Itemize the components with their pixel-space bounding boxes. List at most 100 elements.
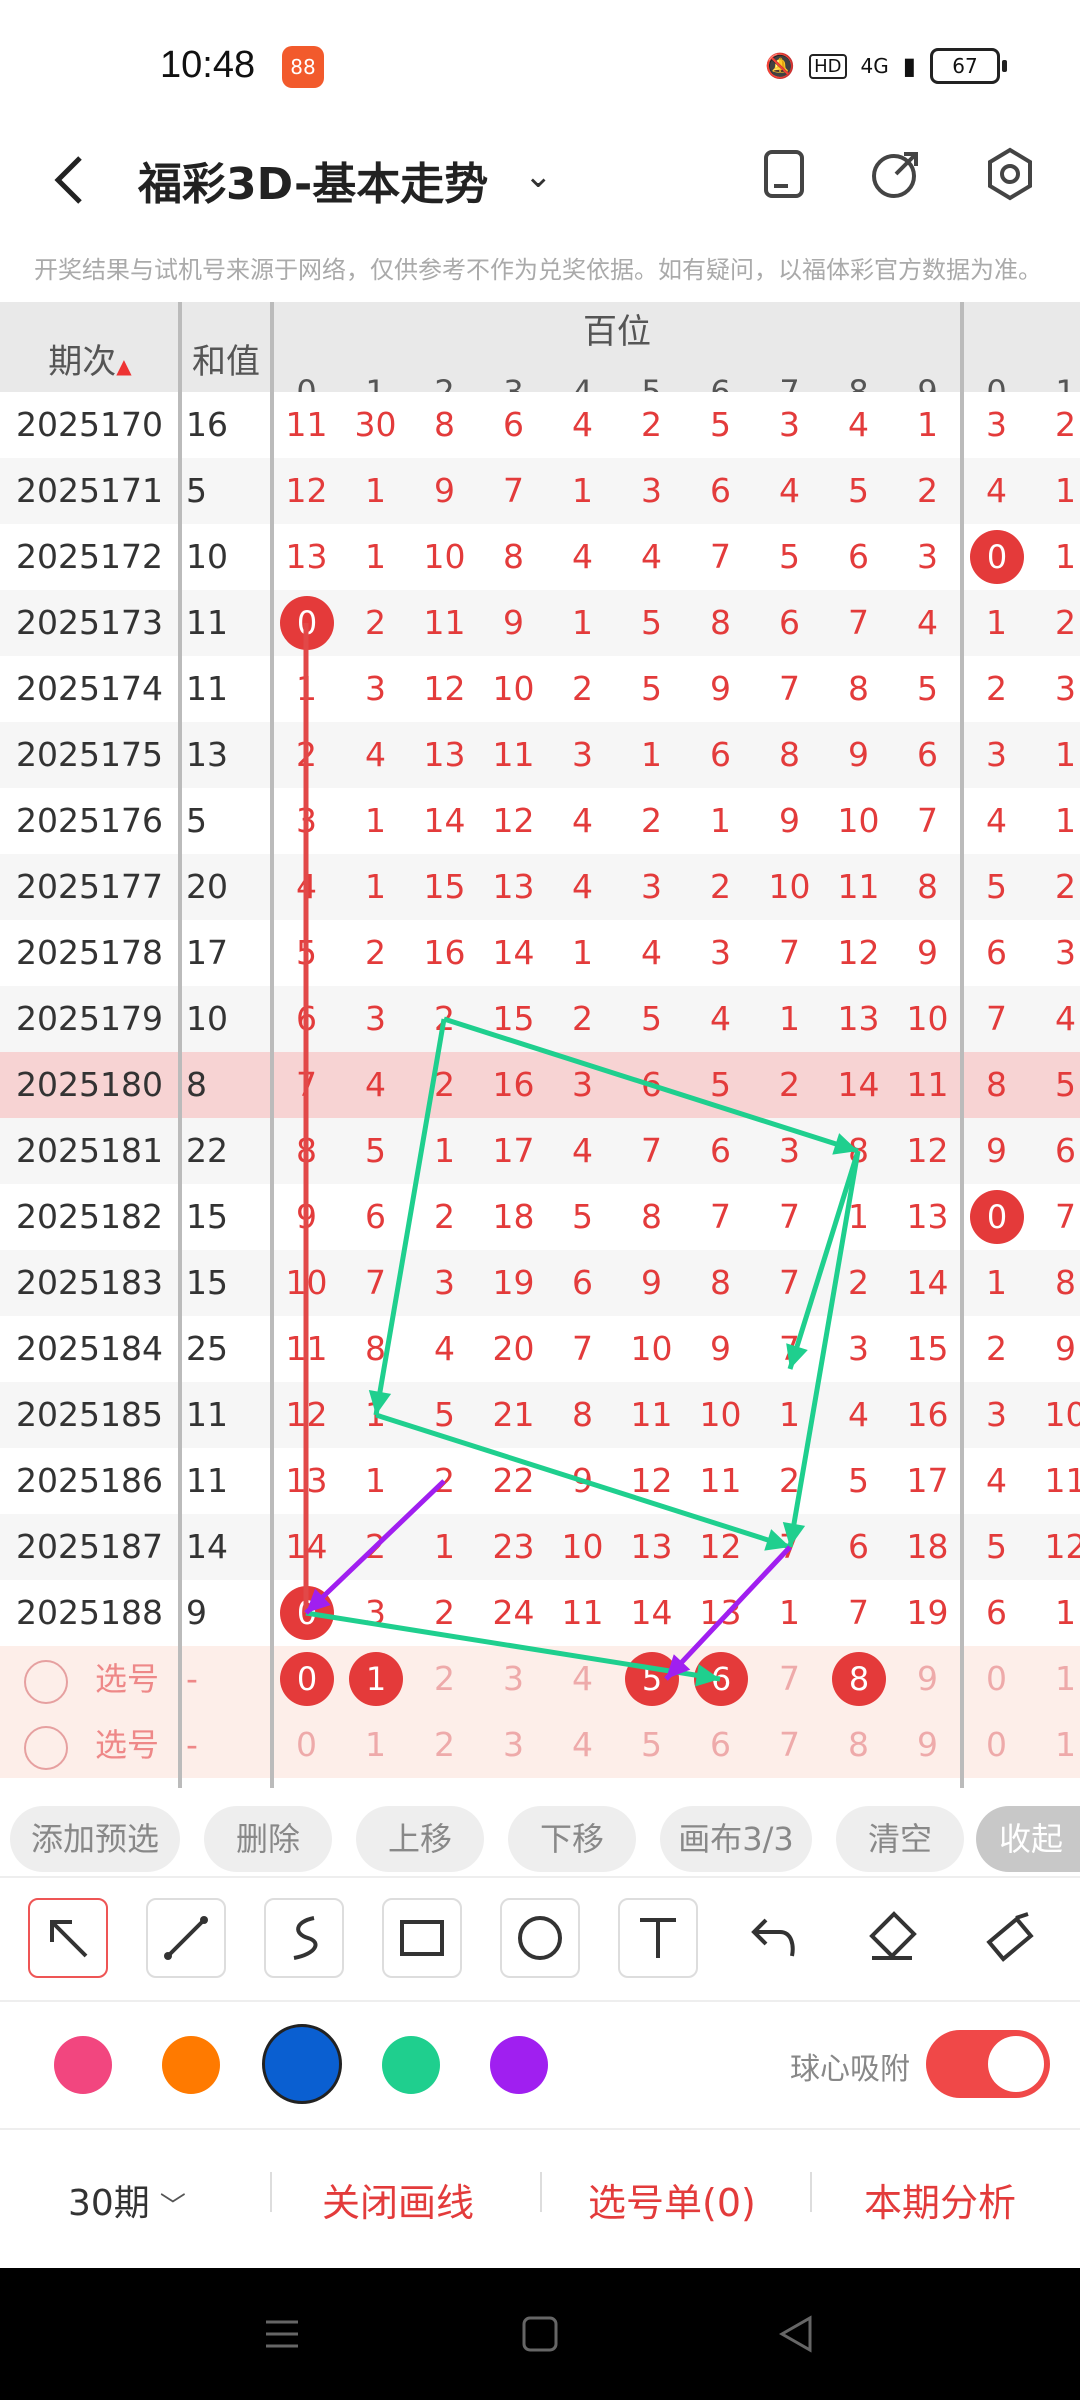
color-green-swatch[interactable]	[382, 2036, 440, 2094]
line-tool-icon[interactable]	[146, 1898, 226, 1978]
back-icon[interactable]	[50, 150, 90, 220]
omission-cell: 12	[630, 1461, 673, 1500]
select-digit[interactable]: 0	[962, 1646, 1031, 1712]
select-digit[interactable]: 2	[410, 1646, 479, 1712]
omission-cell: 11	[699, 1461, 742, 1500]
eraser-icon[interactable]	[854, 1898, 934, 1978]
select-digit[interactable]: 0	[272, 1712, 341, 1778]
phone-layout-icon[interactable]	[758, 146, 814, 202]
select-digit[interactable]: 0	[962, 1712, 1031, 1778]
trend-grid[interactable]: 期次▲ 和值 百位 012345678901 20251701611308642…	[0, 302, 1080, 1788]
snap-toggle[interactable]	[926, 2030, 1050, 2098]
table-row[interactable]: 2025188 9 0 3 2 24 11 14 13 1 7 19 6 1	[0, 1580, 1080, 1646]
omission-cell: 11	[285, 1329, 328, 1368]
select-digit[interactable]: 6	[686, 1712, 755, 1778]
select-digit[interactable]: 1	[341, 1646, 410, 1712]
omission-cell: 5	[641, 669, 662, 708]
table-row[interactable]: 2025174 11 1 3 12 10 2 5 9 7 8 5 2 3	[0, 656, 1080, 722]
table-row[interactable]: 2025170 16 11 30 8 6 4 2 5 3 4 1 3 2	[0, 392, 1080, 458]
omission-cell: 5	[917, 669, 938, 708]
omission-cell: 2	[434, 1593, 455, 1632]
select-digit[interactable]: 9	[893, 1712, 962, 1778]
select-radio[interactable]	[24, 1726, 68, 1770]
table-row[interactable]: 2025178 17 5 2 16 14 1 4 3 7 12 9 6 3	[0, 920, 1080, 986]
omission-cell: 18	[906, 1527, 949, 1566]
circle-tool-icon[interactable]	[500, 1898, 580, 1978]
omission-cell: 2	[365, 933, 386, 972]
omission-cell: 6	[986, 933, 1007, 972]
delete-button[interactable]: 删除	[204, 1806, 332, 1872]
select-row[interactable]: 选号 -0 1 2 3 4 5 6 7 8 9 0 1	[0, 1646, 1080, 1712]
undo-icon[interactable]	[736, 1898, 816, 1978]
color-blue-swatch[interactable]	[262, 2024, 342, 2104]
select-digit[interactable]: 7	[755, 1646, 824, 1712]
select-digit[interactable]: 9	[893, 1646, 962, 1712]
select-radio[interactable]	[24, 1660, 68, 1704]
table-row[interactable]: 2025183 15 10 7 3 19 6 9 8 7 2 14 1 8	[0, 1250, 1080, 1316]
table-row[interactable]: 2025171 5 12 1 9 7 1 3 6 4 5 2 4 1	[0, 458, 1080, 524]
omission-cell: 3	[296, 801, 317, 840]
table-row[interactable]: 2025176 5 3 1 14 12 4 2 1 9 10 7 4 1	[0, 788, 1080, 854]
move-down-button[interactable]: 下移	[508, 1806, 636, 1872]
select-digit[interactable]: 8	[824, 1712, 893, 1778]
table-row[interactable]: 2025177 20 4 1 15 13 4 3 2 10 11 8 5 2	[0, 854, 1080, 920]
table-row[interactable]: 2025187 14 14 2 1 23 10 13 12 7 6 18 5 12	[0, 1514, 1080, 1580]
table-row[interactable]: 2025175 13 2 4 13 11 3 1 6 8 9 6 3 1	[0, 722, 1080, 788]
color-orange-swatch[interactable]	[162, 2036, 220, 2094]
close-draw-button[interactable]: 关闭画线	[322, 2172, 474, 2227]
color-pink-swatch[interactable]	[54, 2036, 112, 2094]
omission-cell: 11	[837, 867, 880, 906]
omission-cell: 8	[710, 1263, 731, 1302]
analysis-button[interactable]: 本期分析	[864, 2172, 1016, 2227]
back-nav-icon[interactable]	[776, 2314, 816, 2358]
share-icon[interactable]	[868, 146, 924, 202]
page-title[interactable]: 福彩3D-基本走势	[138, 148, 488, 212]
canvas-page-button[interactable]: 画布3/3	[660, 1806, 812, 1872]
pick-list-button[interactable]: 选号单(0)	[588, 2172, 756, 2227]
table-row[interactable]: 2025173 11 0 2 11 9 1 5 8 6 7 4 1 2	[0, 590, 1080, 656]
select-arrow-tool-icon[interactable]	[28, 1898, 108, 1978]
table-row[interactable]: 2025172 10 13 1 10 8 4 4 7 5 6 3 0 1	[0, 524, 1080, 590]
text-tool-icon[interactable]	[618, 1898, 698, 1978]
table-row[interactable]: 2025181 22 8 5 1 17 4 7 6 3 8 12 9 6	[0, 1118, 1080, 1184]
table-row[interactable]: 2025179 10 6 3 2 15 2 5 4 1 13 10 7 4	[0, 986, 1080, 1052]
move-up-button[interactable]: 上移	[356, 1806, 484, 1872]
period-count-select[interactable]: 30期 ﹀	[68, 2174, 186, 2226]
collapse-button[interactable]: 收起	[976, 1806, 1080, 1872]
select-digit[interactable]: 1	[1031, 1646, 1080, 1712]
clear-button[interactable]: 清空	[836, 1806, 964, 1872]
select-digit[interactable]: 4	[548, 1712, 617, 1778]
color-purple-swatch[interactable]	[490, 2036, 548, 2094]
table-row[interactable]: 2025180 8 7 4 2 16 3 6 5 2 14 11 8 5	[0, 1052, 1080, 1118]
add-preselect-button[interactable]: 添加预选	[10, 1806, 180, 1872]
table-row[interactable]: 2025186 11 13 1 2 22 9 12 11 2 5 17 4 11	[0, 1448, 1080, 1514]
select-digit[interactable]: 8	[824, 1646, 893, 1712]
home-icon[interactable]	[520, 2314, 560, 2358]
select-digit[interactable]: 1	[341, 1712, 410, 1778]
omission-cell: 11	[906, 1065, 949, 1104]
omission-cell: 3	[986, 1395, 1007, 1434]
settings-icon[interactable]	[982, 146, 1038, 202]
rectangle-tool-icon[interactable]	[382, 1898, 462, 1978]
selected-ball: 1	[349, 1652, 403, 1706]
select-digit[interactable]: 3	[479, 1646, 548, 1712]
period-cell: 2025177	[16, 867, 163, 906]
select-digit[interactable]: 2	[410, 1712, 479, 1778]
table-row[interactable]: 2025184 25 11 8 4 20 7 10 9 7 3 15 2 9	[0, 1316, 1080, 1382]
select-digit[interactable]: 5	[617, 1646, 686, 1712]
table-row[interactable]: 2025185 11 12 1 5 21 8 11 10 1 4 16 3 10	[0, 1382, 1080, 1448]
select-row[interactable]: 选号 -0 1 2 3 4 5 6 7 8 9 0 1	[0, 1712, 1080, 1778]
select-digit[interactable]: 1	[1031, 1712, 1080, 1778]
select-digit[interactable]: 6	[686, 1646, 755, 1712]
freehand-tool-icon[interactable]	[264, 1898, 344, 1978]
select-digit[interactable]: 4	[548, 1646, 617, 1712]
menu-icon[interactable]	[262, 2314, 302, 2358]
clear-brush-icon[interactable]	[972, 1898, 1052, 1978]
select-digit[interactable]: 3	[479, 1712, 548, 1778]
chevron-down-icon[interactable]: ⌄	[524, 156, 553, 196]
table-row[interactable]: 2025182 15 9 6 2 18 5 8 7 7 1 13 0 7	[0, 1184, 1080, 1250]
select-digit[interactable]: 7	[755, 1712, 824, 1778]
select-digit[interactable]: 5	[617, 1712, 686, 1778]
select-digit[interactable]: 0	[272, 1646, 341, 1712]
omission-cell: 10	[837, 801, 880, 840]
